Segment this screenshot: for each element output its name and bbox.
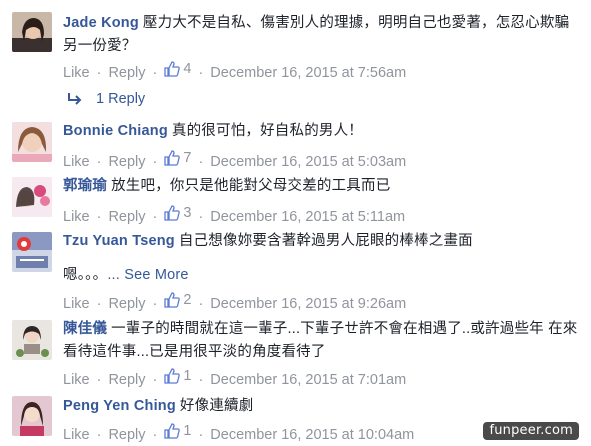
separator: · [96,154,102,170]
comment-actions: Like · Reply · 2 · December 16, 2015 at 9:26am [63,290,406,312]
separator: · [198,372,204,388]
comment-body: 郭瑜瑜 放生吧，你只是他能對父母交差的工具而已 [63,175,579,198]
separator: · [198,427,204,443]
comment-timestamp[interactable]: December 16, 2015 at 9:26am [210,296,406,312]
like-button[interactable]: Like [63,296,90,312]
avatar[interactable] [12,12,52,52]
like-count[interactable]: 7 [164,148,191,168]
like-button[interactable]: Like [63,209,90,225]
comment-text-line2: 嗯。。。 [63,267,108,283]
comment-text: 自己想像妳要含著幹過男人屁眼的棒棒之畫面 [178,233,473,249]
comment-text: 好像連續劇 [179,398,254,414]
comment-author[interactable]: 郭瑜瑜 [63,178,107,194]
separator: · [198,296,204,312]
separator: · [152,65,158,81]
reply-button[interactable]: Reply [108,372,145,388]
separator: · [152,427,158,443]
comment-text: 放生吧，你只是他能對父母交差的工具而已 [111,178,391,194]
view-replies-link[interactable]: 1 Reply [63,89,145,109]
thumbs-up-icon [164,368,181,384]
like-button[interactable]: Like [63,372,90,388]
avatar[interactable] [12,320,52,360]
comment-author[interactable]: Jade Kong [63,15,139,31]
avatar-photo-icon [12,232,52,272]
comment-body: Bonnie Chiang 真的很可怕，好自私的男人！ [63,120,579,143]
avatar-photo-icon [12,177,52,217]
comment-body: 陳佳儀 一輩子的時間就在這一輩子...下輩子ㄝ許不會在相遇了..或許過些年 在來看… [63,318,579,364]
thumbs-up-icon [164,205,181,221]
comment-body: Jade Kong 壓力大不是自私、傷害別人的理據，明明自己也愛著，怎忍心欺騙另一… [63,12,579,58]
avatar[interactable] [12,232,52,272]
like-count[interactable]: 3 [164,203,191,223]
separator: · [198,154,204,170]
comment-actions: Like · Reply · 3 · December 16, 2015 at 5:11am [63,203,405,225]
comment-body-continued: 嗯。。。... See More [63,264,579,287]
comment-actions: Like · Reply · 4 · December 16, 2015 at 7:56am [63,59,406,81]
comment-actions: Like · Reply · 7 · December 16, 2015 at 5:03am [63,148,406,170]
reply-button[interactable]: Reply [108,209,145,225]
like-button[interactable]: Like [63,427,90,443]
replies-count-label: 1 Reply [96,91,146,107]
comment-author[interactable]: 陳佳儀 [63,321,107,337]
separator: · [198,209,204,225]
avatar[interactable] [12,396,52,436]
separator: · [96,372,102,388]
comment-actions: Like · Reply · 1 · December 16, 2015 at 10:04a… [63,421,414,443]
avatar[interactable] [12,122,52,162]
comment-body: Peng Yen Ching 好像連續劇 [63,395,579,418]
avatar-photo-icon [12,122,52,162]
watermark: funpeer.com [483,422,579,440]
separator: · [152,372,158,388]
comment-timestamp[interactable]: December 16, 2015 at 5:11am [210,209,405,225]
like-button[interactable]: Like [63,154,90,170]
separator: · [96,209,102,225]
reply-button[interactable]: Reply [108,427,145,443]
avatar[interactable] [12,177,52,217]
reply-arrow-icon [68,93,82,105]
comment-text: 一輩子的時間就在這一輩子...下輩子ㄝ許不會在相遇了..或許過些年 在來看待這件… [63,321,578,360]
comment-timestamp[interactable]: December 16, 2015 at 5:03am [210,154,406,170]
comment-author[interactable]: Peng Yen Ching [63,398,176,414]
comment-actions: Like · Reply · 1 · December 16, 2015 at 7:01am [63,366,406,388]
like-count[interactable]: 1 [164,421,191,441]
separator: · [96,427,102,443]
like-button[interactable]: Like [63,65,90,81]
thumbs-up-icon [164,150,181,166]
comment-text: 真的很可怕，好自私的男人！ [171,123,364,139]
comment-author[interactable]: Bonnie Chiang [63,123,168,139]
thumbs-up-icon [164,61,181,77]
comment-timestamp[interactable]: December 16, 2015 at 7:56am [210,65,406,81]
comment-timestamp[interactable]: December 16, 2015 at 7:01am [210,372,406,388]
separator: · [96,296,102,312]
separator: · [96,65,102,81]
separator: · [198,65,204,81]
separator: · [152,209,158,225]
like-count[interactable]: 1 [164,366,191,386]
reply-button[interactable]: Reply [108,65,145,81]
comment-body: Tzu Yuan Tseng 自己想像妳要含著幹過男人屁眼的棒棒之畫面 [63,230,579,253]
avatar-photo-icon [12,12,52,52]
see-more-link[interactable]: ... See More [107,267,188,283]
like-count[interactable]: 4 [164,59,191,79]
separator: · [152,154,158,170]
thumbs-up-icon [164,423,181,439]
like-count[interactable]: 2 [164,290,191,310]
comment-timestamp[interactable]: December 16, 2015 at 10:04am [210,427,414,443]
comment-author[interactable]: Tzu Yuan Tseng [63,233,175,249]
separator: · [152,296,158,312]
reply-button[interactable]: Reply [108,296,145,312]
avatar-photo-icon [12,320,52,360]
avatar-photo-icon [12,396,52,436]
thumbs-up-icon [164,292,181,308]
reply-button[interactable]: Reply [108,154,145,170]
